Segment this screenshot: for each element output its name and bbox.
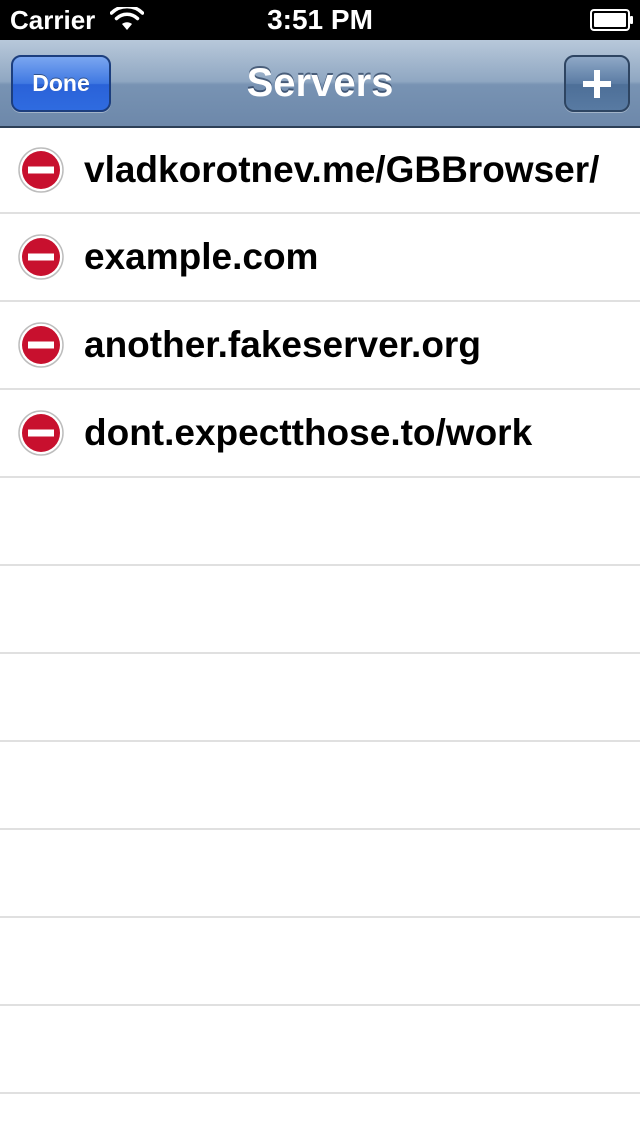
empty-row	[0, 918, 640, 1006]
minus-circle-icon[interactable]	[17, 233, 65, 281]
navigation-bar: Done Servers	[0, 40, 640, 128]
battery-icon	[590, 9, 633, 31]
page-title: Servers	[246, 61, 394, 105]
empty-row	[0, 654, 640, 742]
server-label: vladkorotnev.me/GBBrowser/	[84, 149, 600, 190]
server-label: example.com	[84, 236, 319, 277]
screen: Carrier 3:51 PM Done Servers vladkorotne…	[0, 0, 640, 1136]
table-row[interactable]: vladkorotnev.me/GBBrowser/	[0, 128, 640, 214]
empty-row	[0, 830, 640, 918]
status-bar: Carrier 3:51 PM	[0, 0, 640, 40]
minus-circle-icon[interactable]	[17, 321, 65, 369]
clock: 3:51 PM	[267, 4, 373, 35]
empty-row	[0, 478, 640, 566]
empty-row	[0, 742, 640, 830]
table-row[interactable]: example.com	[0, 214, 640, 302]
server-label: dont.expectthose.to/work	[84, 412, 533, 453]
table-row[interactable]: dont.expectthose.to/work	[0, 390, 640, 478]
empty-row	[0, 1006, 640, 1094]
plus-icon	[583, 70, 611, 98]
add-server-button[interactable]	[564, 55, 630, 112]
empty-row	[0, 566, 640, 654]
server-label: another.fakeserver.org	[84, 324, 481, 365]
table-row[interactable]: another.fakeserver.org	[0, 302, 640, 390]
servers-table: vladkorotnev.me/GBBrowser/ example.com a…	[0, 128, 640, 1136]
minus-circle-icon[interactable]	[17, 409, 65, 457]
minus-circle-icon[interactable]	[17, 146, 65, 194]
empty-row	[0, 1094, 640, 1136]
